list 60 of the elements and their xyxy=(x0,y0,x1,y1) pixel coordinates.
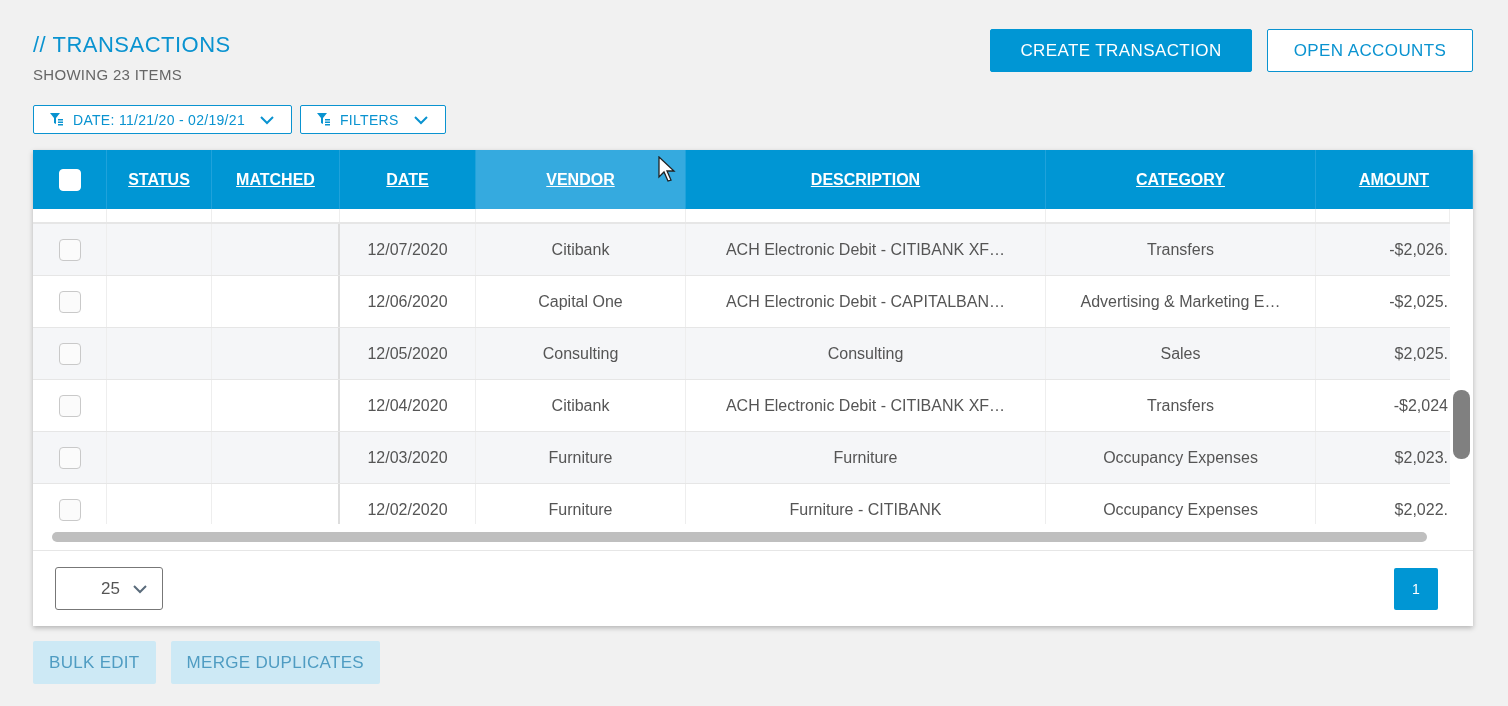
table-cell: Sales xyxy=(1160,344,1201,363)
table-cell: ACH Electronic Debit - CITIBANK XF… xyxy=(725,396,1006,415)
table-cell: -$2,025. xyxy=(1389,292,1448,311)
row-checkbox[interactable] xyxy=(58,342,81,365)
table-cell: -$2,026. xyxy=(1389,240,1448,259)
table-cell: 12/05/2020 xyxy=(367,344,448,363)
table-cell: 12/03/2020 xyxy=(367,448,448,467)
item-count: SHOWING 23 ITEMS xyxy=(33,66,183,83)
page-button[interactable]: 1 xyxy=(1394,567,1438,610)
table-cell: ACH Electronic Debit - CITIBANK XF… xyxy=(725,240,1006,259)
mouse-pointer-icon xyxy=(658,156,676,182)
column-header[interactable]: DESCRIPTION xyxy=(810,170,921,189)
column-header[interactable]: CATEGORY xyxy=(1136,170,1225,189)
table-cell: Citibank xyxy=(551,240,610,259)
table-cell: Consulting xyxy=(542,344,619,363)
vertical-scrollbar-thumb[interactable] xyxy=(1453,390,1470,459)
table-cell: Citibank xyxy=(551,396,610,415)
table-cell: Occupancy Expenses xyxy=(1103,448,1258,467)
filter-dropdown[interactable]: DATE: 11/21/20 - 02/19/21 xyxy=(33,105,292,134)
chevron-down-icon xyxy=(412,114,429,125)
chevron-down-icon xyxy=(259,114,275,125)
select-all-checkbox[interactable] xyxy=(58,168,81,191)
row-checkbox[interactable] xyxy=(58,290,81,313)
chevron-down-icon xyxy=(132,583,148,594)
page-size-select[interactable]: 25 xyxy=(55,567,163,610)
row-checkbox[interactable] xyxy=(58,394,81,417)
table-cell: Furniture - CITIBANK xyxy=(789,500,942,519)
table-cell: $2,023. xyxy=(1394,448,1448,467)
table-cell: Transfers xyxy=(1147,240,1214,259)
table-cell: Transfers xyxy=(1147,396,1214,415)
table-cell: 12/04/2020 xyxy=(367,396,448,415)
table-cell: Advertising & Marketing E… xyxy=(1080,292,1281,311)
row-checkbox[interactable] xyxy=(58,238,81,261)
filter-icon xyxy=(317,113,330,126)
column-header[interactable]: AMOUNT xyxy=(1358,170,1430,189)
table-cell: Furniture xyxy=(833,448,898,467)
table-cell: $2,022. xyxy=(1394,500,1448,519)
row-checkbox[interactable] xyxy=(58,446,81,469)
table-cell: -$2,024 xyxy=(1393,396,1448,415)
row-checkbox[interactable] xyxy=(58,498,81,521)
column-header[interactable]: STATUS xyxy=(128,170,190,189)
page-title: // TRANSACTIONS xyxy=(33,33,231,57)
table-cell: Furniture xyxy=(548,500,613,519)
column-header[interactable]: VENDOR xyxy=(546,170,615,189)
table-cell: Furniture xyxy=(548,448,613,467)
create-button[interactable]: CREATE TRANSACTION xyxy=(990,29,1252,72)
column-header[interactable]: MATCHED xyxy=(236,170,315,189)
filter-dropdown[interactable]: FILTERS xyxy=(300,105,446,134)
table-cell: 12/02/2020 xyxy=(367,500,448,519)
table-cell: Occupancy Expenses xyxy=(1103,500,1258,519)
table-cell: 12/07/2020 xyxy=(367,240,448,259)
table-cell: Capital One xyxy=(538,292,623,311)
table-cell: ACH Electronic Debit - CAPITALBAN… xyxy=(726,292,1005,311)
table-cell: $2,025. xyxy=(1394,344,1448,363)
table-cell: Consulting xyxy=(827,344,904,363)
horizontal-scrollbar-thumb[interactable] xyxy=(52,532,1427,542)
table-cell: 12/06/2020 xyxy=(367,292,448,311)
open-button[interactable]: OPEN ACCOUNTS xyxy=(1267,29,1473,72)
filter-icon xyxy=(50,113,63,126)
column-header[interactable]: DATE xyxy=(386,170,429,189)
